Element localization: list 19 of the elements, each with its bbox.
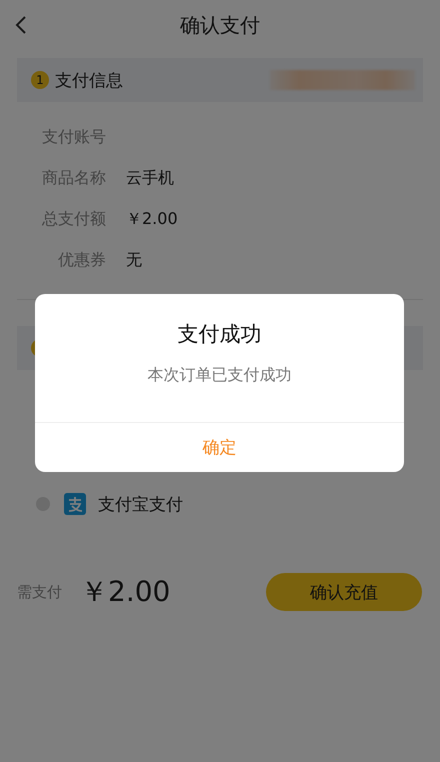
field-label: 商品名称	[41, 168, 106, 189]
ok-button[interactable]: 确定	[35, 422, 404, 472]
dialog-message: 本次订单已支付成功	[148, 365, 292, 386]
field-value: 无	[126, 250, 142, 271]
field-value: 云手机	[126, 168, 174, 189]
field-label: 优惠券	[57, 250, 106, 271]
dialog-title: 支付成功	[178, 321, 262, 348]
confirm-button[interactable]: 确认充值	[266, 573, 422, 611]
field-label: 总支付额	[41, 209, 106, 230]
amount-value: ￥2.00	[80, 574, 170, 610]
amount-label: 需支付	[17, 582, 62, 602]
step-badge: 1	[31, 71, 49, 89]
payment-method-label[interactable]: 支付宝支付	[98, 492, 183, 516]
section-title: 支付信息	[55, 70, 123, 92]
field-value: ￥2.00	[126, 209, 178, 230]
back-icon[interactable]	[15, 15, 27, 35]
page-title: 确认支付	[180, 12, 260, 38]
payment-app-icon	[64, 493, 86, 515]
field-label: 支付账号	[41, 127, 106, 148]
